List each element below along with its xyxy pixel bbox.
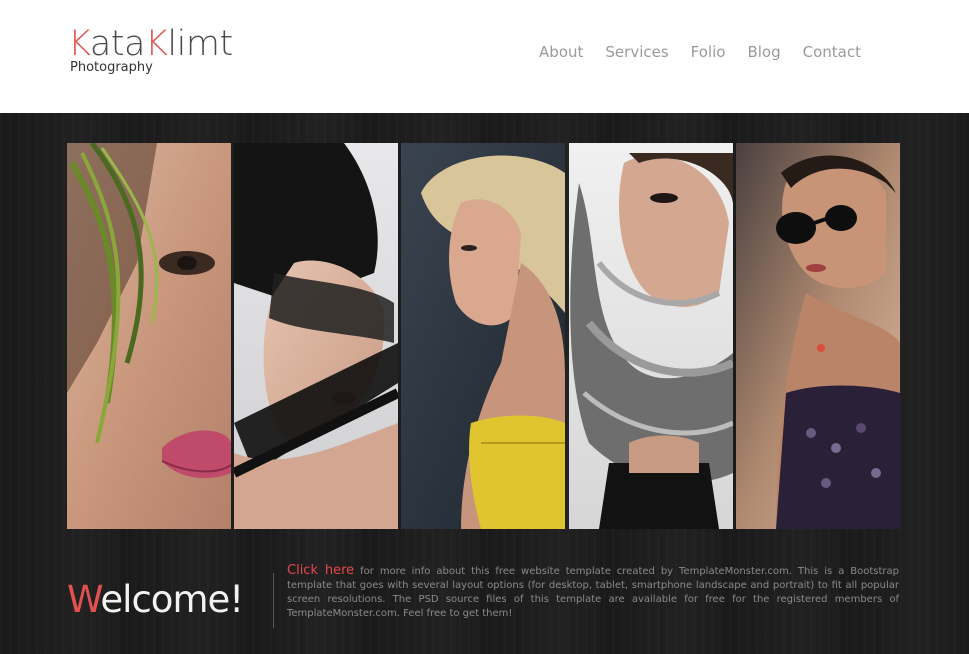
portrait-gray-ruffle-image bbox=[568, 143, 733, 529]
logo-initial-2: K bbox=[144, 24, 168, 64]
vertical-divider bbox=[273, 573, 274, 628]
portrait-blonde-profile-image bbox=[401, 143, 566, 529]
welcome-heading: Welcome! bbox=[67, 578, 244, 621]
nav-folio[interactable]: Folio bbox=[691, 43, 726, 61]
click-here-link[interactable]: Click here bbox=[287, 563, 354, 578]
site-logo[interactable]: KataKlimt Photography bbox=[68, 24, 233, 75]
logo-text-2: limt bbox=[167, 24, 233, 64]
logo-initial-1: K bbox=[68, 24, 90, 64]
intro-text: for more info about this free website te… bbox=[287, 566, 899, 619]
site-header: KataKlimt Photography About Services Fol… bbox=[0, 0, 969, 113]
main-content: Welcome! Click here for more info about … bbox=[0, 113, 969, 654]
main-nav: About Services Folio Blog Contact bbox=[539, 43, 861, 61]
gallery-photo-5[interactable] bbox=[735, 143, 900, 529]
gallery-photo-1[interactable] bbox=[67, 143, 231, 529]
portrait-green-feather-image bbox=[67, 143, 231, 529]
welcome-initial: W bbox=[67, 578, 101, 621]
nav-about[interactable]: About bbox=[539, 43, 583, 61]
intro-paragraph: Click here for more info about this free… bbox=[287, 564, 899, 621]
logo-text-1: ata bbox=[89, 24, 146, 64]
photo-gallery bbox=[67, 143, 900, 529]
gallery-photo-3[interactable] bbox=[401, 143, 566, 529]
portrait-sunglasses-image bbox=[735, 143, 900, 529]
gallery-photo-4[interactable] bbox=[568, 143, 733, 529]
welcome-rest: elcome! bbox=[100, 578, 244, 621]
portrait-black-veil-image bbox=[234, 143, 399, 529]
gallery-photo-2[interactable] bbox=[234, 143, 399, 529]
nav-services[interactable]: Services bbox=[605, 43, 668, 61]
nav-contact[interactable]: Contact bbox=[803, 43, 861, 61]
nav-blog[interactable]: Blog bbox=[747, 43, 780, 61]
logo-title: KataKlimt bbox=[68, 24, 233, 64]
